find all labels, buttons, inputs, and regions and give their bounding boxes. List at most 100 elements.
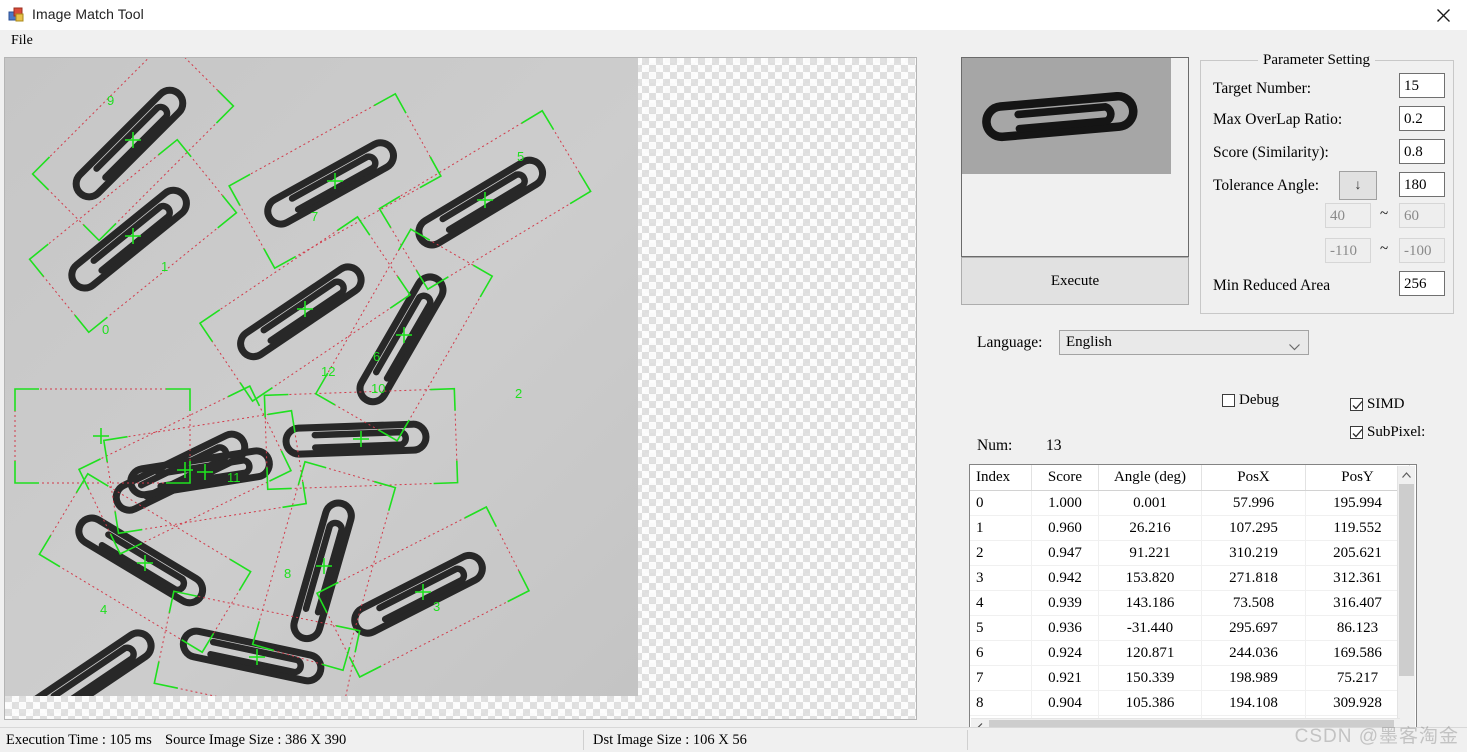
cell-posx: 244.036 [1201, 640, 1306, 666]
target-number-label: Target Number: [1213, 80, 1312, 97]
cell-index: 1 [970, 515, 1032, 541]
cell-posy: 75.217 [1305, 665, 1410, 691]
angle-range1-separator: ~ [1380, 206, 1389, 222]
cell-score: 0.921 [1031, 665, 1099, 691]
simd-checkbox[interactable]: SIMD [1350, 396, 1405, 413]
cell-score: 0.904 [1031, 690, 1099, 716]
detection-label-8: 8 [284, 566, 291, 581]
source-image[interactable]: 0 1 2 3 4 5 6 7 8 9 10 11 12 [5, 58, 638, 696]
tolerance-angle-toggle-button[interactable]: ↓ [1339, 171, 1377, 200]
table-vertical-scrollbar[interactable] [1397, 466, 1415, 737]
cell-posy: 119.552 [1305, 515, 1410, 541]
cell-posy: 169.586 [1305, 640, 1410, 666]
cell-posx: 107.295 [1201, 515, 1306, 541]
score-similarity-input[interactable]: 0.8 [1399, 139, 1445, 164]
cell-index: 8 [970, 690, 1032, 716]
template-image [962, 58, 1171, 174]
results-table: Index Score Angle (deg) PosX PosY 0 1.000… [970, 465, 1410, 737]
chevron-down-icon [1289, 339, 1300, 356]
arrow-down-icon: ↓ [1354, 177, 1362, 193]
results-table-container[interactable]: Index Score Angle (deg) PosX PosY 0 1.000… [969, 464, 1417, 738]
status-separator [967, 730, 968, 750]
language-select[interactable]: English [1059, 330, 1309, 355]
angle-range2-from-input[interactable]: -110 [1325, 238, 1371, 263]
num-value: 13 [1046, 437, 1062, 454]
angle-range2-to-input[interactable]: -100 [1399, 238, 1445, 263]
window-title: Image Match Tool [32, 6, 144, 22]
title-bar: Image Match Tool [0, 0, 1467, 31]
table-row[interactable]: 8 0.904 105.386 194.108 309.928 [970, 690, 1410, 716]
cell-score: 0.942 [1031, 565, 1099, 591]
column-header-index[interactable]: Index [970, 465, 1032, 491]
max-overlap-ratio-input[interactable]: 0.2 [1399, 106, 1445, 131]
cell-posx: 271.818 [1201, 565, 1306, 591]
detection-label-7: 7 [311, 209, 318, 224]
language-selected-value: English [1066, 334, 1112, 350]
template-image-panel[interactable] [961, 57, 1189, 257]
checkbox-box [1350, 398, 1363, 411]
cell-index: 7 [970, 665, 1032, 691]
cell-posx: 310.219 [1201, 540, 1306, 566]
cell-posy: 309.928 [1305, 690, 1410, 716]
check-icon [1352, 429, 1363, 438]
debug-checkbox[interactable]: Debug [1222, 392, 1279, 409]
tolerance-angle-input[interactable]: 180 [1399, 172, 1445, 197]
score-similarity-label: Score (Similarity): [1213, 144, 1329, 161]
detection-label-0: 0 [102, 322, 109, 337]
column-header-posy[interactable]: PosY [1305, 465, 1410, 491]
table-row[interactable]: 0 1.000 0.001 57.996 195.994 [970, 490, 1410, 516]
cell-index: 3 [970, 565, 1032, 591]
cell-posx: 198.989 [1201, 665, 1306, 691]
table-row[interactable]: 2 0.947 91.221 310.219 205.621 [970, 540, 1410, 566]
detection-label-2: 2 [515, 386, 522, 401]
status-bar: Execution Time : 105 ms Source Image Siz… [0, 727, 1467, 752]
column-header-posx[interactable]: PosX [1201, 465, 1306, 491]
cell-angle: 120.871 [1098, 640, 1202, 666]
subpixel-checkbox[interactable]: SubPixel: [1350, 424, 1425, 441]
angle-range1-to-input[interactable]: 60 [1399, 203, 1445, 228]
cell-posy: 316.407 [1305, 590, 1410, 616]
cell-angle: 105.386 [1098, 690, 1202, 716]
angle-range1-from-input[interactable]: 40 [1325, 203, 1371, 228]
cell-posx: 194.108 [1201, 690, 1306, 716]
max-overlap-ratio-label: Max OverLap Ratio: [1213, 111, 1343, 128]
execute-button[interactable]: Execute [961, 257, 1189, 305]
table-row[interactable]: 6 0.924 120.871 244.036 169.586 [970, 640, 1410, 666]
table-row[interactable]: 1 0.960 26.216 107.295 119.552 [970, 515, 1410, 541]
column-header-angle[interactable]: Angle (deg) [1098, 465, 1202, 491]
table-row[interactable]: 4 0.939 143.186 73.508 316.407 [970, 590, 1410, 616]
angle-range2-separator: ~ [1380, 241, 1389, 257]
detection-label-12: 12 [321, 364, 335, 379]
scroll-thumb-vertical[interactable] [1399, 484, 1414, 676]
cell-score: 0.939 [1031, 590, 1099, 616]
menu-item-file[interactable]: File [7, 32, 37, 50]
app-window: Image Match Tool File 0 1 2 3 4 5 6 7 8 … [0, 0, 1467, 752]
detection-label-10: 10 [371, 381, 385, 396]
checkbox-box [1222, 394, 1235, 407]
table-row[interactable]: 3 0.942 153.820 271.818 312.361 [970, 565, 1410, 591]
cell-posy: 195.994 [1305, 490, 1410, 516]
scroll-up-icon[interactable] [1398, 466, 1415, 483]
detection-label-9: 9 [107, 93, 114, 108]
min-reduced-area-input[interactable]: 256 [1399, 271, 1445, 296]
cell-index: 5 [970, 615, 1032, 641]
execute-button-label: Execute [1050, 272, 1100, 289]
cell-angle: 143.186 [1098, 590, 1202, 616]
source-image-size-status: Source Image Size : 386 X 390 [165, 732, 347, 748]
source-image-panel[interactable]: 0 1 2 3 4 5 6 7 8 9 10 11 12 [4, 57, 917, 720]
cell-angle: 0.001 [1098, 490, 1202, 516]
results-table-body: 0 1.000 0.001 57.996 195.994 1 0.960 26.216 107.… [970, 490, 1410, 737]
app-icon [8, 6, 26, 24]
cell-angle: 91.221 [1098, 540, 1202, 566]
min-reduced-area-label: Min Reduced Area [1213, 277, 1331, 294]
close-button[interactable] [1421, 0, 1467, 30]
table-row[interactable]: 7 0.921 150.339 198.989 75.217 [970, 665, 1410, 691]
table-row[interactable]: 5 0.936 -31.440 295.697 86.123 [970, 615, 1410, 641]
column-header-score[interactable]: Score [1031, 465, 1099, 491]
menu-bar: File [0, 30, 1467, 52]
detection-label-4: 4 [100, 602, 107, 617]
cell-score: 0.960 [1031, 515, 1099, 541]
cell-angle: 153.820 [1098, 565, 1202, 591]
cell-angle: 150.339 [1098, 665, 1202, 691]
target-number-input[interactable]: 15 [1399, 73, 1445, 98]
